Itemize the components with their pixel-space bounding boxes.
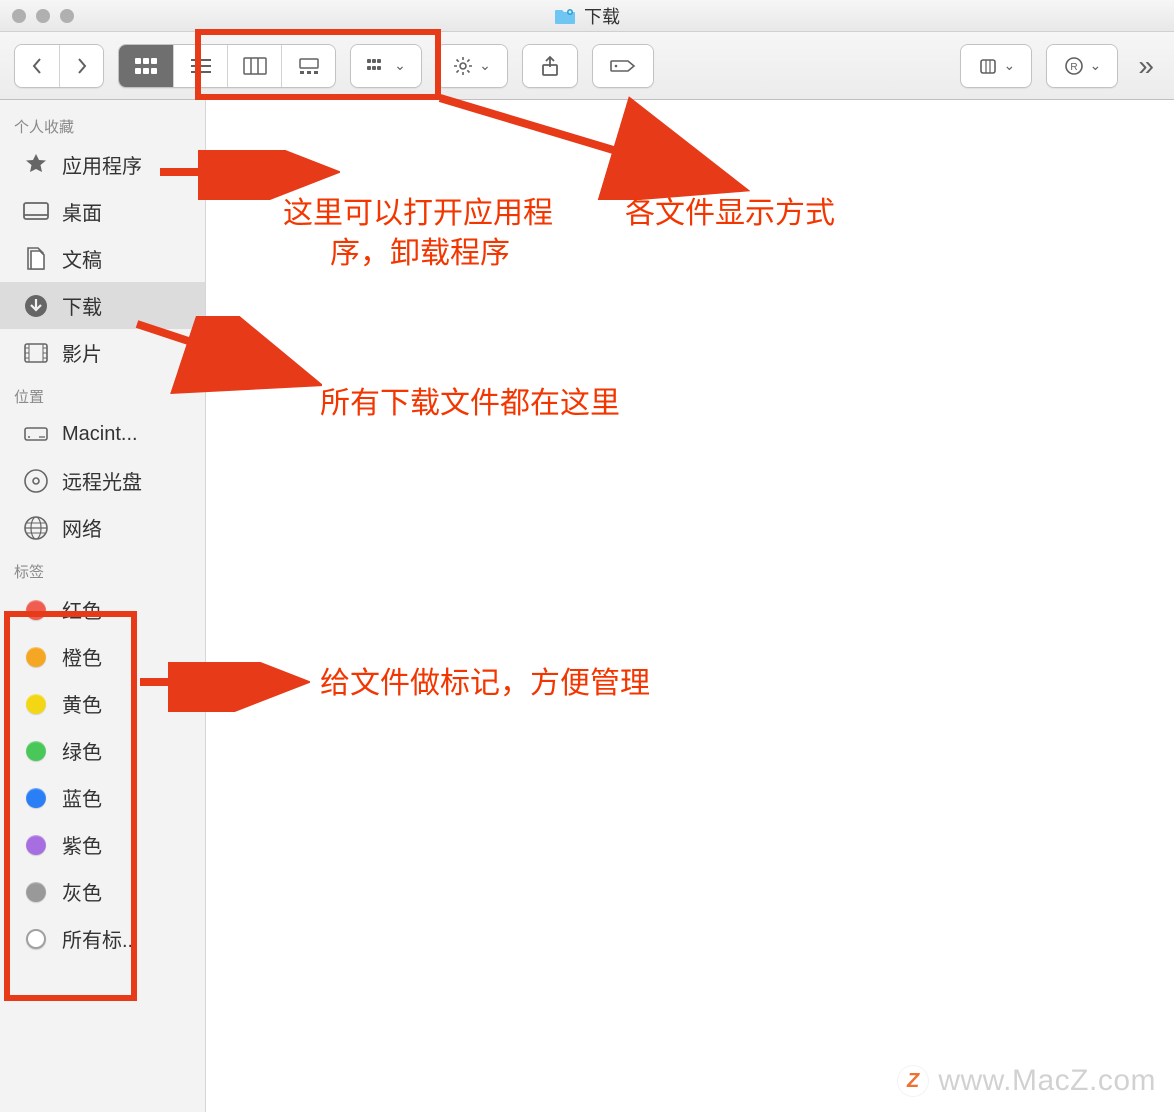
annotation-arrow-apps <box>160 150 340 200</box>
sidebar-item-label: 黄色 <box>62 689 102 718</box>
section-header-favorites: 个人收藏 <box>0 106 205 141</box>
window-title: 下载 <box>554 3 620 29</box>
column-view-button[interactable] <box>227 45 281 87</box>
chevron-down-icon: ⌄ <box>394 57 406 74</box>
close-window-button[interactable] <box>12 9 26 23</box>
share-icon <box>540 55 560 77</box>
sidebar-item-label: 绿色 <box>62 736 102 765</box>
icon-view-icon <box>134 57 158 75</box>
sidebar-item-label: 红色 <box>62 595 102 624</box>
chevron-down-icon: ⌄ <box>1090 57 1102 74</box>
chevron-down-icon: ⌄ <box>479 57 491 74</box>
folder-icon <box>554 6 576 26</box>
watermark-text: www.MacZ.com <box>938 1064 1156 1098</box>
annotation-arrow-tags <box>140 662 310 712</box>
sidebar-item-network[interactable]: 网络 <box>0 504 205 551</box>
sidebar-item-label: 紫色 <box>62 830 102 859</box>
desktop-icon <box>22 198 50 226</box>
sidebar-item-label: 橙色 <box>62 642 102 671</box>
svg-text:R: R <box>1070 62 1077 73</box>
annotation-text-views: 各文件显示方式 <box>625 195 835 233</box>
annotation-text-apps-1: 这里可以打开应用程 <box>283 195 553 233</box>
sidebar: 个人收藏 应用程序 桌面 文稿 下载 <box>0 100 206 1112</box>
sidebar-item-label: 远程光盘 <box>62 466 142 495</box>
sidebar-item-label: 桌面 <box>62 197 102 226</box>
toolbar-dropdown-1[interactable]: ⌄ <box>960 44 1032 88</box>
tag-color-icon <box>22 831 50 859</box>
sidebar-item-label: 下载 <box>62 291 102 320</box>
apps-icon <box>22 151 50 179</box>
action-dropdown[interactable]: ⌄ <box>436 44 508 88</box>
maximize-window-button[interactable] <box>60 9 74 23</box>
group-dropdown[interactable]: ⌄ <box>350 44 422 88</box>
sidebar-item-label: 应用程序 <box>62 150 142 179</box>
sidebar-item-label: 蓝色 <box>62 783 102 812</box>
toolbar-overflow-button[interactable]: » <box>1132 50 1160 82</box>
sidebar-item-remote-disc[interactable]: 远程光盘 <box>0 457 205 504</box>
movies-icon <box>22 339 50 367</box>
list-view-button[interactable] <box>173 45 227 87</box>
group-icon <box>366 58 388 74</box>
tag-color-icon <box>22 784 50 812</box>
back-button[interactable] <box>15 45 59 87</box>
sidebar-item-label: Macint... <box>62 423 138 446</box>
tag-color-icon <box>22 596 50 624</box>
tag-color-icon <box>22 643 50 671</box>
gallery-view-icon <box>297 57 321 75</box>
documents-icon <box>22 245 50 273</box>
sidebar-item-tag[interactable]: 紫色 <box>0 821 205 868</box>
annotation-arrow-downloads <box>132 316 322 396</box>
annotation-text-downloads: 所有下载文件都在这里 <box>320 385 620 423</box>
sidebar-item-tag[interactable]: 灰色 <box>0 868 205 915</box>
network-icon <box>22 514 50 542</box>
tag-color-icon <box>22 737 50 765</box>
box-icon <box>978 56 998 76</box>
share-button[interactable] <box>522 44 578 88</box>
list-view-icon <box>189 57 213 75</box>
sidebar-item-tag[interactable]: 红色 <box>0 586 205 633</box>
traffic-lights <box>12 9 74 23</box>
annotation-text-tags: 给文件做标记，方便管理 <box>320 665 650 703</box>
section-header-tags: 标签 <box>0 551 205 586</box>
titlebar: 下载 <box>0 0 1174 32</box>
sidebar-item-all-tags[interactable]: 所有标... <box>0 915 205 962</box>
tag-icon <box>610 57 636 75</box>
sidebar-item-tag[interactable]: 绿色 <box>0 727 205 774</box>
gear-icon <box>453 56 473 76</box>
sidebar-item-label: 影片 <box>62 338 102 367</box>
disc-icon <box>22 467 50 495</box>
icon-view-button[interactable] <box>119 45 173 87</box>
forward-button[interactable] <box>59 45 103 87</box>
registered-icon: R <box>1064 56 1084 76</box>
sidebar-item-label: 网络 <box>62 513 102 542</box>
minimize-window-button[interactable] <box>36 9 50 23</box>
sidebar-item-documents[interactable]: 文稿 <box>0 235 205 282</box>
sidebar-item-tag[interactable]: 蓝色 <box>0 774 205 821</box>
all-tags-icon <box>22 925 50 953</box>
gallery-view-button[interactable] <box>281 45 335 87</box>
sidebar-item-label: 所有标... <box>62 924 139 953</box>
toolbar-dropdown-2[interactable]: R ⌄ <box>1046 44 1118 88</box>
tag-color-icon <box>22 690 50 718</box>
view-switch <box>118 44 336 88</box>
tag-button[interactable] <box>592 44 654 88</box>
downloads-icon <box>22 292 50 320</box>
window-title-text: 下载 <box>584 3 620 29</box>
tag-color-icon <box>22 878 50 906</box>
column-view-icon <box>243 57 267 75</box>
watermark: Z www.MacZ.com <box>898 1064 1156 1098</box>
annotation-text-apps-2: 序，卸载程序 <box>330 235 510 273</box>
watermark-z-icon: Z <box>898 1066 928 1096</box>
sidebar-item-macintosh-hd[interactable]: Macint... <box>0 411 205 457</box>
sidebar-item-label: 灰色 <box>62 877 102 906</box>
hdd-icon <box>22 420 50 448</box>
annotation-arrow-views <box>430 90 750 200</box>
sidebar-item-label: 文稿 <box>62 244 102 273</box>
chevron-down-icon: ⌄ <box>1004 57 1016 74</box>
nav-buttons <box>14 44 104 88</box>
